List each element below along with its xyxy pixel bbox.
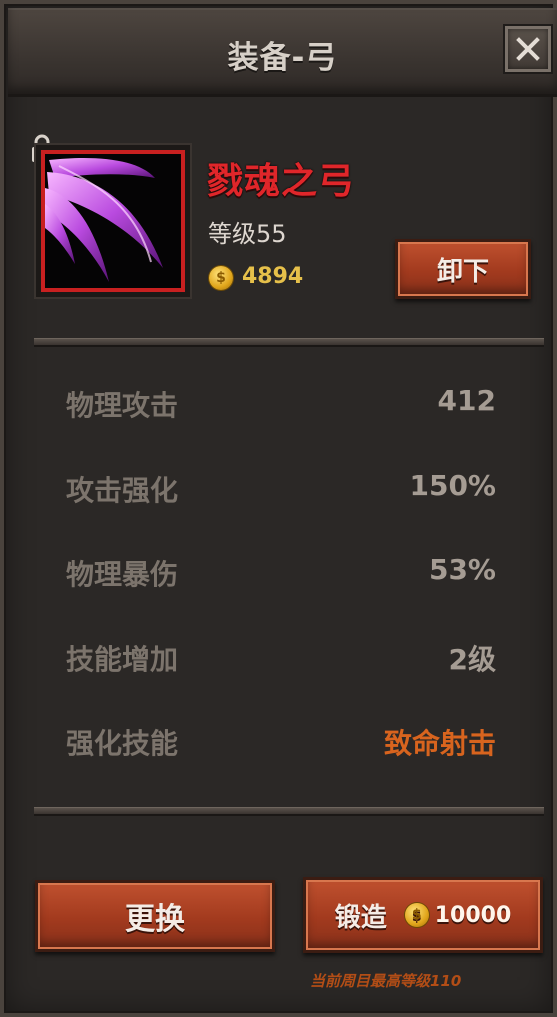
- stat-label: 攻击强化: [66, 474, 179, 507]
- stat-value: 2级: [448, 643, 496, 676]
- item-icon-frame[interactable]: [41, 150, 185, 292]
- stat-label: 物理攻击: [66, 389, 179, 422]
- divider: [34, 807, 544, 816]
- stat-row-attack-boost: 攻击强化 150%: [66, 469, 496, 509]
- forge-cost: 10000: [434, 902, 512, 928]
- close-button[interactable]: [505, 26, 551, 72]
- forge-button[interactable]: 锻造 $ 10000: [303, 877, 543, 953]
- close-icon: [516, 37, 540, 61]
- stat-label: 物理暴伤: [66, 558, 179, 591]
- stat-row-physical-attack: 物理攻击 412: [66, 384, 496, 424]
- stat-label: 技能增加: [66, 643, 179, 676]
- change-button[interactable]: 更换: [35, 880, 275, 952]
- stat-row-enhanced-skill: 强化技能 致命射击: [66, 722, 496, 762]
- forge-label: 锻造: [334, 902, 387, 933]
- enhanced-skill-name: 致命射击: [383, 727, 496, 760]
- max-level-note: 当前周目最高等级110: [310, 972, 462, 990]
- stat-value: 53%: [428, 553, 496, 586]
- divider: [34, 338, 544, 347]
- item-level: 等级55: [208, 220, 287, 248]
- page-title: 装备-弓: [227, 40, 338, 76]
- stat-row-crit-damage: 物理暴伤 53%: [66, 553, 496, 593]
- coin-icon: $: [404, 903, 429, 927]
- stat-value: 150%: [409, 469, 496, 502]
- stat-label: 强化技能: [66, 727, 179, 760]
- equipment-panel: 装备-弓 戮魂之弓 等级55 $ 4894 卸下 物理攻击 412 攻击强化 1…: [0, 0, 557, 1017]
- stat-row-skill-bonus: 技能增加 2级: [66, 638, 496, 678]
- panel-header: 装备-弓: [8, 8, 557, 97]
- coin-icon: $: [209, 266, 233, 290]
- purple-claw-icon: [45, 157, 163, 282]
- stat-value: 412: [437, 384, 496, 417]
- unequip-button[interactable]: 卸下: [395, 239, 531, 299]
- item-name: 戮魂之弓: [207, 161, 356, 202]
- item-price: 4894: [242, 264, 304, 289]
